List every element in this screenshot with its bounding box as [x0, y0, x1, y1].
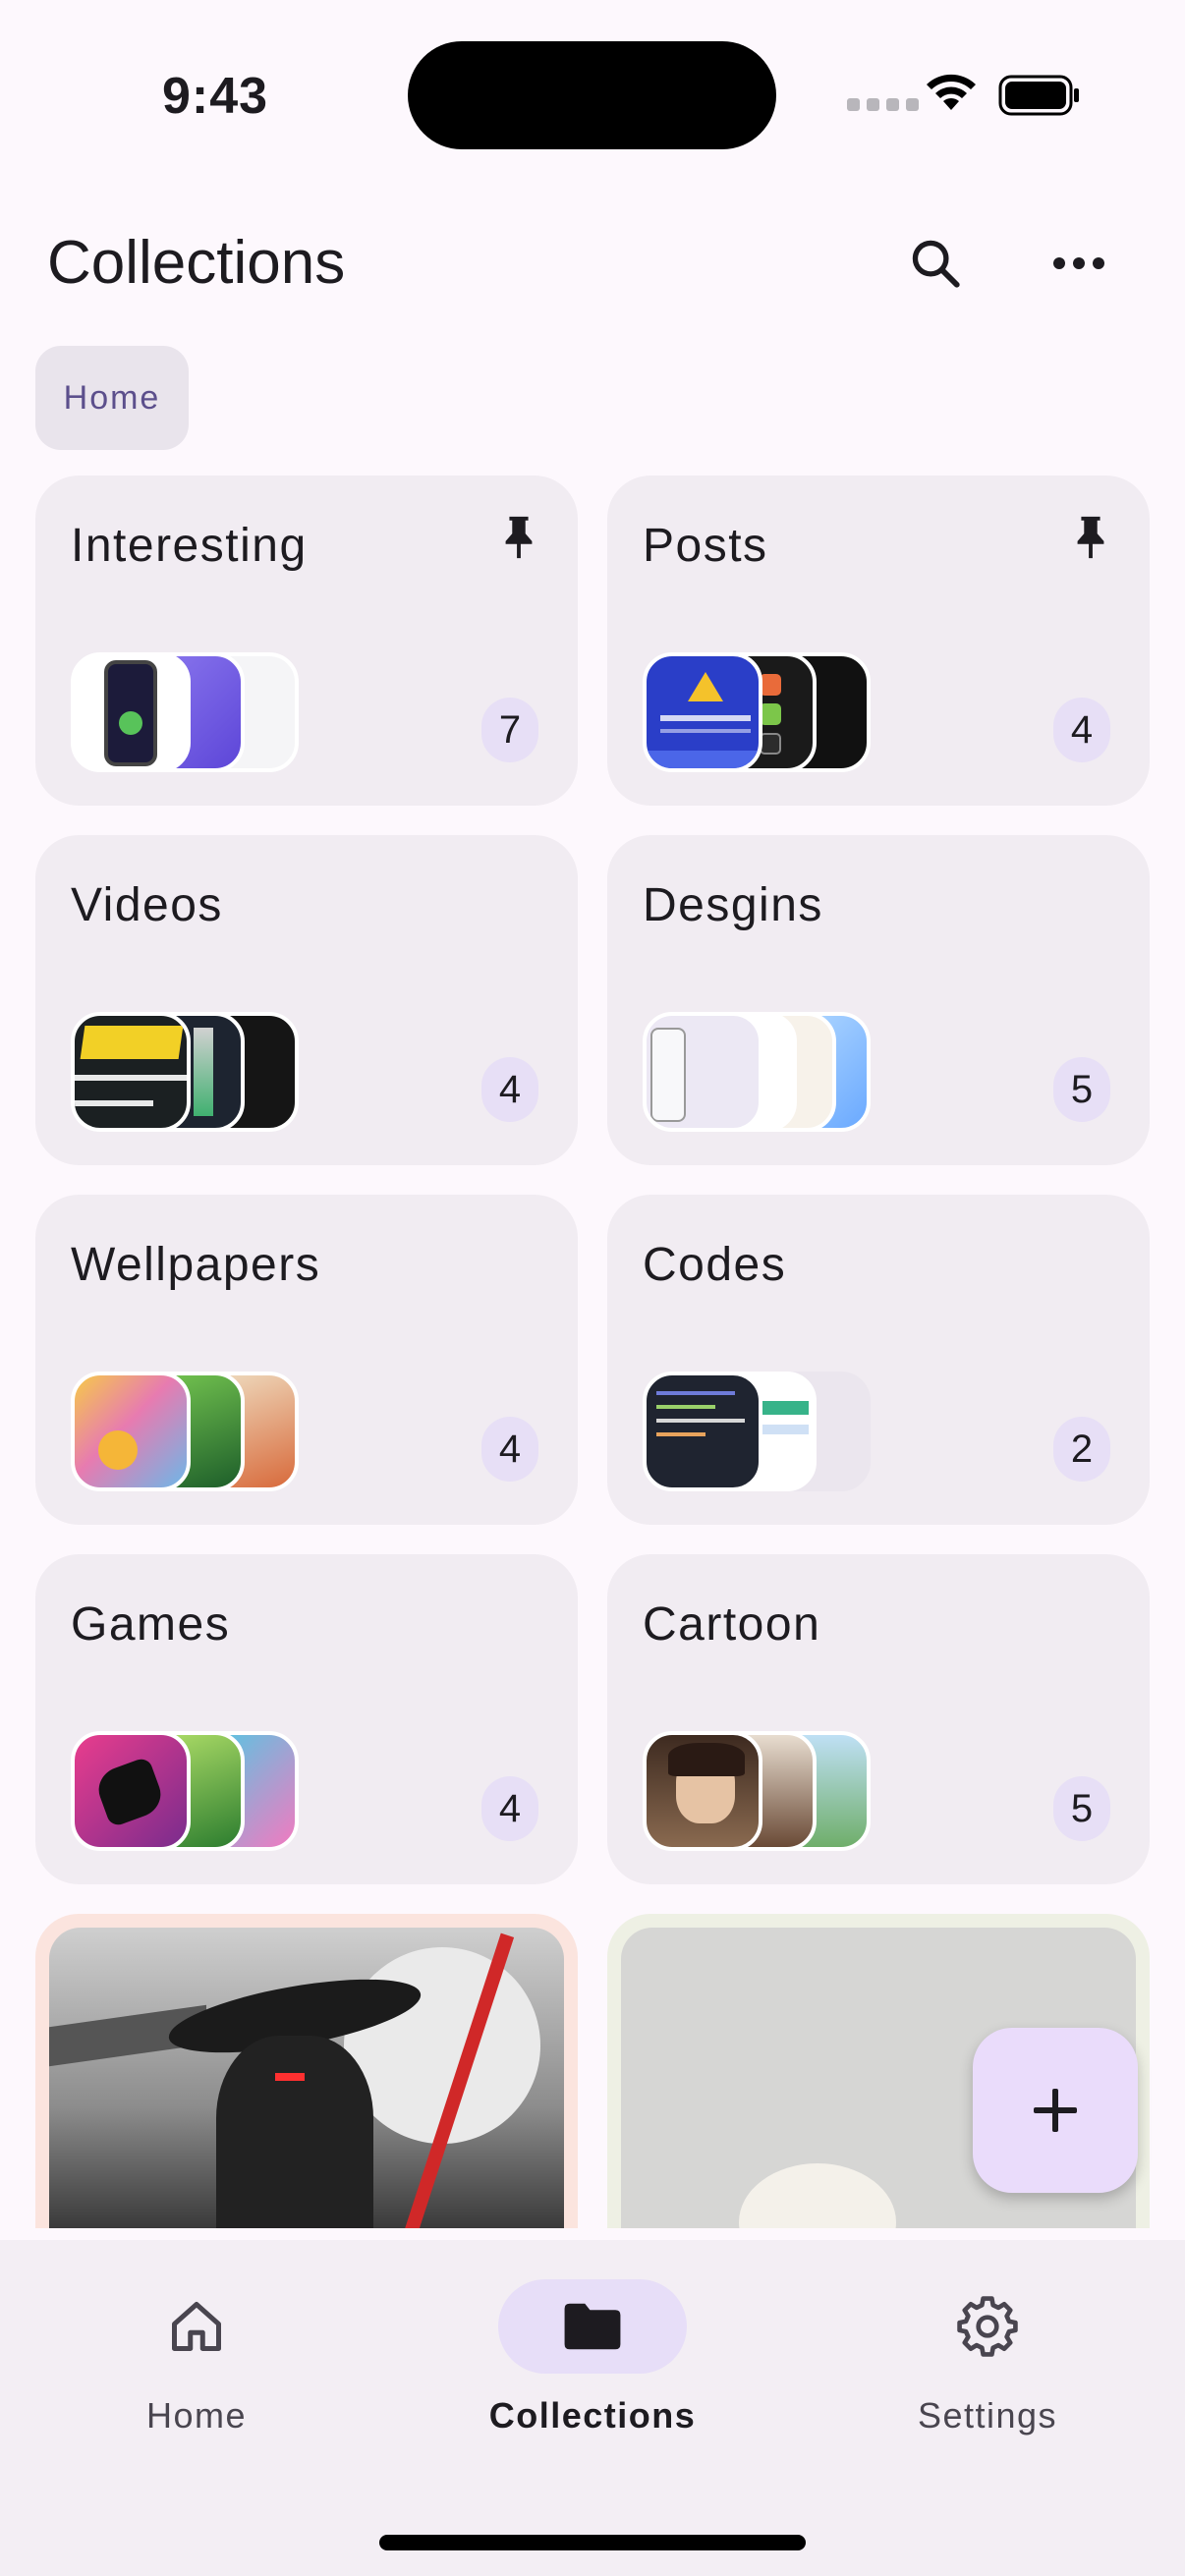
nav-label: Settings	[917, 2395, 1058, 2436]
wifi-icon	[927, 74, 976, 110]
bottom-navigation: Home Collections Settings	[0, 2240, 1185, 2576]
thumbnail	[71, 1372, 191, 1491]
gear-icon	[957, 2296, 1018, 2357]
dynamic-island	[408, 41, 776, 149]
collection-card-posts[interactable]: Posts 4	[607, 476, 1150, 806]
nav-icon-container	[498, 2279, 687, 2374]
thumbnail	[643, 1372, 762, 1491]
thumbnail-stack	[643, 652, 871, 772]
pin-icon[interactable]	[1071, 515, 1110, 560]
item-count-badge: 5	[1053, 1057, 1110, 1122]
plus-icon	[1034, 2089, 1077, 2132]
nav-item-settings[interactable]: Settings	[870, 2279, 1105, 2456]
thumbnail-stack	[643, 1731, 871, 1851]
collection-card-codes[interactable]: Codes 2	[607, 1195, 1150, 1525]
breadcrumb-home-chip[interactable]: Home	[35, 346, 189, 450]
more-options-button[interactable]	[1040, 224, 1118, 303]
item-count-badge: 2	[1053, 1417, 1110, 1482]
image-card-samurai[interactable]	[35, 1914, 578, 2228]
nav-item-collections[interactable]: Collections	[475, 2279, 710, 2456]
thumbnail	[643, 652, 762, 772]
home-icon	[172, 2302, 221, 2351]
battery-icon	[998, 75, 1079, 116]
nav-label: Collections	[488, 2395, 697, 2436]
item-count-badge: 4	[481, 1417, 538, 1482]
thumbnail-stack	[71, 1372, 299, 1491]
collection-card-interesting[interactable]: Interesting 7	[35, 476, 578, 806]
thumbnail	[643, 1731, 762, 1851]
status-bar: 9:43	[0, 0, 1185, 177]
collection-title: Games	[71, 1598, 231, 1651]
item-count-badge: 5	[1053, 1776, 1110, 1841]
thumbnail-stack	[643, 1372, 871, 1491]
collection-card-videos[interactable]: Videos 4	[35, 835, 578, 1165]
collection-title: Interesting	[71, 520, 308, 572]
item-count-badge: 7	[481, 698, 538, 762]
thumbnail-stack	[71, 1731, 299, 1851]
nav-icon-container	[893, 2279, 1082, 2374]
collection-title: Desgins	[643, 879, 823, 931]
nav-label: Home	[145, 2395, 248, 2436]
thumbnail-stack	[643, 1012, 871, 1132]
thumbnail-stack	[71, 1012, 299, 1132]
thumbnail	[643, 1012, 762, 1132]
collection-title: Cartoon	[643, 1598, 821, 1651]
status-time: 9:43	[162, 68, 269, 125]
cellular-signal-icon	[847, 98, 919, 111]
home-indicator	[379, 2535, 806, 2550]
thumbnail	[71, 652, 191, 772]
add-collection-button[interactable]	[973, 2028, 1138, 2193]
collection-card-cartoon[interactable]: Cartoon 5	[607, 1554, 1150, 1884]
samurai-image	[49, 1928, 564, 2228]
thumbnail	[71, 1012, 191, 1132]
nav-icon-container	[102, 2279, 291, 2374]
collection-card-games[interactable]: Games 4	[35, 1554, 578, 1884]
collection-title: Wellpapers	[71, 1239, 321, 1291]
search-button[interactable]	[896, 224, 975, 303]
item-count-badge: 4	[481, 1776, 538, 1841]
collection-title: Codes	[643, 1239, 787, 1291]
collection-title: Videos	[71, 879, 223, 931]
thumbnail	[71, 1731, 191, 1851]
item-count-badge: 4	[481, 1057, 538, 1122]
pin-icon[interactable]	[499, 515, 538, 560]
folder-icon	[564, 2303, 621, 2350]
thumbnail-stack	[71, 652, 299, 772]
collection-card-designs[interactable]: Desgins 5	[607, 835, 1150, 1165]
page-title: Collections	[47, 229, 346, 297]
collection-title: Posts	[643, 520, 768, 572]
nav-item-home[interactable]: Home	[79, 2279, 314, 2456]
item-count-badge: 4	[1053, 698, 1110, 762]
collection-card-wellpapers[interactable]: Wellpapers 4	[35, 1195, 578, 1525]
search-icon	[912, 240, 960, 288]
more-horizontal-icon	[1053, 257, 1104, 269]
